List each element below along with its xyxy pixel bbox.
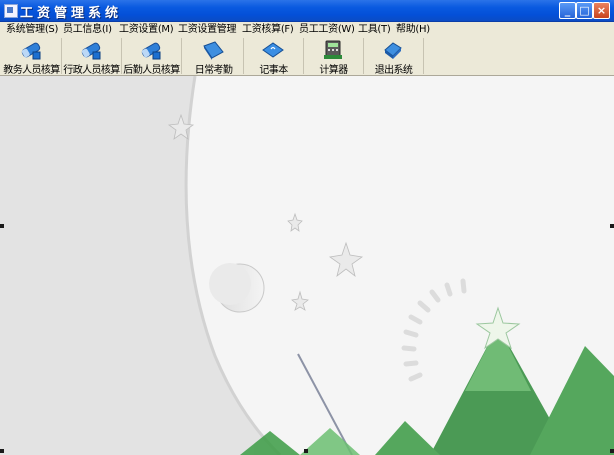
main-workspace <box>0 76 614 455</box>
close-icon: × <box>596 4 607 17</box>
calculator-icon <box>324 40 342 59</box>
toolbar-button-admin-staff[interactable]: 行政人员核算 <box>62 38 122 76</box>
window-title: 工资管理系统 <box>20 6 123 21</box>
resize-grip[interactable] <box>0 224 4 228</box>
menu-item-employee-info[interactable]: 员工信息(I) <box>63 22 112 38</box>
toolbar-label: 退出系统 <box>374 65 413 76</box>
menu-item-tools[interactable]: 工具(T) <box>358 22 391 38</box>
resize-grip[interactable] <box>610 449 614 453</box>
eraser-icon <box>21 42 41 60</box>
toolbar-button-logistics-staff[interactable]: 后勤人员核算 <box>122 38 182 76</box>
background-artwork <box>0 76 614 455</box>
toolbar-label: 计算器 <box>319 65 348 76</box>
toolbar-button-teaching-staff[interactable]: 教务人员核算 <box>2 38 62 76</box>
title-bar[interactable]: 工资管理系统 _ □ × <box>0 0 614 22</box>
menu-item-employee-salary[interactable]: 员工工资(W) <box>299 22 355 38</box>
toolbar-button-exit[interactable]: 退出系统 <box>364 38 424 76</box>
minimize-button[interactable]: _ <box>559 2 576 19</box>
resize-grip[interactable] <box>0 449 4 453</box>
menu-bar: 系统管理(S) 员工信息(I) 工资设置(M) 工资设置管理 工资核算(F) 员… <box>0 22 614 39</box>
toolbar-label: 日常考勤 <box>194 65 233 76</box>
app-icon <box>4 4 18 18</box>
toolbar-label: 后勤人员核算 <box>123 65 180 76</box>
resize-grip[interactable] <box>304 449 308 453</box>
toolbar-label: 教务人员核算 <box>3 65 60 76</box>
toolbar-label: 行政人员核算 <box>63 65 120 76</box>
notebook-icon <box>262 42 284 58</box>
exit-icon <box>384 42 402 59</box>
menu-item-salary-accounting[interactable]: 工资核算(F) <box>242 22 294 38</box>
menu-item-system[interactable]: 系统管理(S) <box>6 22 58 38</box>
eraser-icon <box>141 42 161 60</box>
maximize-button[interactable]: □ <box>576 2 593 19</box>
menu-item-salary-settings-manage[interactable]: 工资设置管理 <box>178 22 237 38</box>
toolbar-button-attendance[interactable]: 日常考勤 <box>184 38 244 76</box>
minimize-icon: _ <box>564 4 571 17</box>
resize-grip[interactable] <box>610 224 614 228</box>
book-icon <box>203 41 224 60</box>
toolbar-button-calculator[interactable]: 计算器 <box>304 38 364 76</box>
menu-item-salary-settings[interactable]: 工资设置(M) <box>119 22 174 38</box>
menu-item-help[interactable]: 帮助(H) <box>396 22 430 38</box>
toolbar-label: 记事本 <box>259 65 288 76</box>
eraser-icon <box>81 42 101 60</box>
toolbar: 教务人员核算 行政人员核算 后勤人员核算 日常考勤 记事本 计算器 退出系统 <box>0 38 614 76</box>
maximize-icon: □ <box>579 4 590 17</box>
toolbar-button-notepad[interactable]: 记事本 <box>244 38 304 76</box>
close-button[interactable]: × <box>593 2 610 19</box>
